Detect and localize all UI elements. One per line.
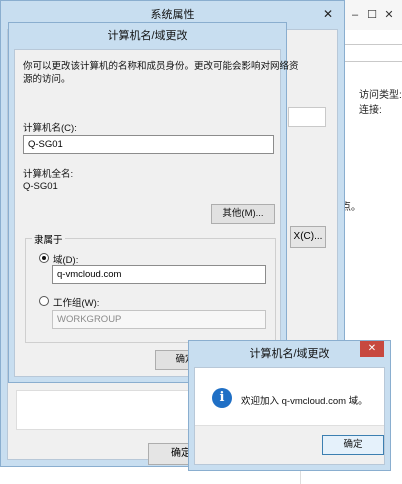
- full-name-label: 计算机全名:: [23, 169, 74, 180]
- description-field[interactable]: [288, 107, 326, 127]
- description-text: 你可以更改该计算机的名称和成员身份。更改可能会影响对网络资: [23, 61, 299, 72]
- domain-radio-label[interactable]: 域(D):: [53, 252, 78, 266]
- member-of-group: 隶属于 域(D): 工作组(W): WORKGROUP: [25, 232, 276, 343]
- workgroup-radio-label[interactable]: 工作组(W):: [53, 295, 99, 309]
- ok-button[interactable]: 确定: [322, 435, 384, 455]
- message-body: i 欢迎加入 q-vmcloud.com 域。 确定: [194, 367, 385, 465]
- workgroup-radio[interactable]: [39, 296, 49, 306]
- domain-input[interactable]: [52, 265, 266, 284]
- close-icon[interactable]: ✕: [382, 8, 396, 22]
- workgroup-input: WORKGROUP: [52, 310, 266, 329]
- domain-radio[interactable]: [39, 253, 49, 263]
- welcome-dialog: 计算机名/域更改 ✕ i 欢迎加入 q-vmcloud.com 域。 确定: [188, 340, 391, 471]
- info-icon: i: [212, 388, 232, 408]
- computer-name-dialog: 计算机名/域更改 你可以更改该计算机的名称和成员身份。更改可能会影响对网络资 源…: [8, 22, 299, 383]
- welcome-message: 欢迎加入 q-vmcloud.com 域。: [241, 396, 368, 407]
- full-name-value: Q-SG01: [23, 181, 58, 192]
- close-icon[interactable]: ✕: [360, 341, 384, 357]
- member-of-label: 隶属于: [32, 232, 65, 246]
- maximize-icon[interactable]: ☐: [365, 8, 379, 22]
- connection-label: 连接:: [359, 105, 382, 116]
- more-button[interactable]: 其他(M)...: [211, 204, 275, 224]
- minimize-icon[interactable]: –: [348, 8, 362, 22]
- computer-name-input[interactable]: [23, 135, 274, 154]
- dialog-title: 计算机名/域更改: [107, 30, 188, 42]
- description-text-2: 源的访问。: [23, 74, 71, 85]
- access-type-label: 访问类型:: [359, 90, 402, 101]
- dialog-body: 你可以更改该计算机的名称和成员身份。更改可能会影响对网络资 源的访问。 计算机名…: [14, 49, 299, 377]
- dialog-footer: 确定: [195, 425, 384, 464]
- change-button[interactable]: X(C)...: [290, 226, 326, 248]
- close-icon[interactable]: ✕: [318, 5, 338, 23]
- computer-name-label: 计算机名(C):: [23, 123, 77, 134]
